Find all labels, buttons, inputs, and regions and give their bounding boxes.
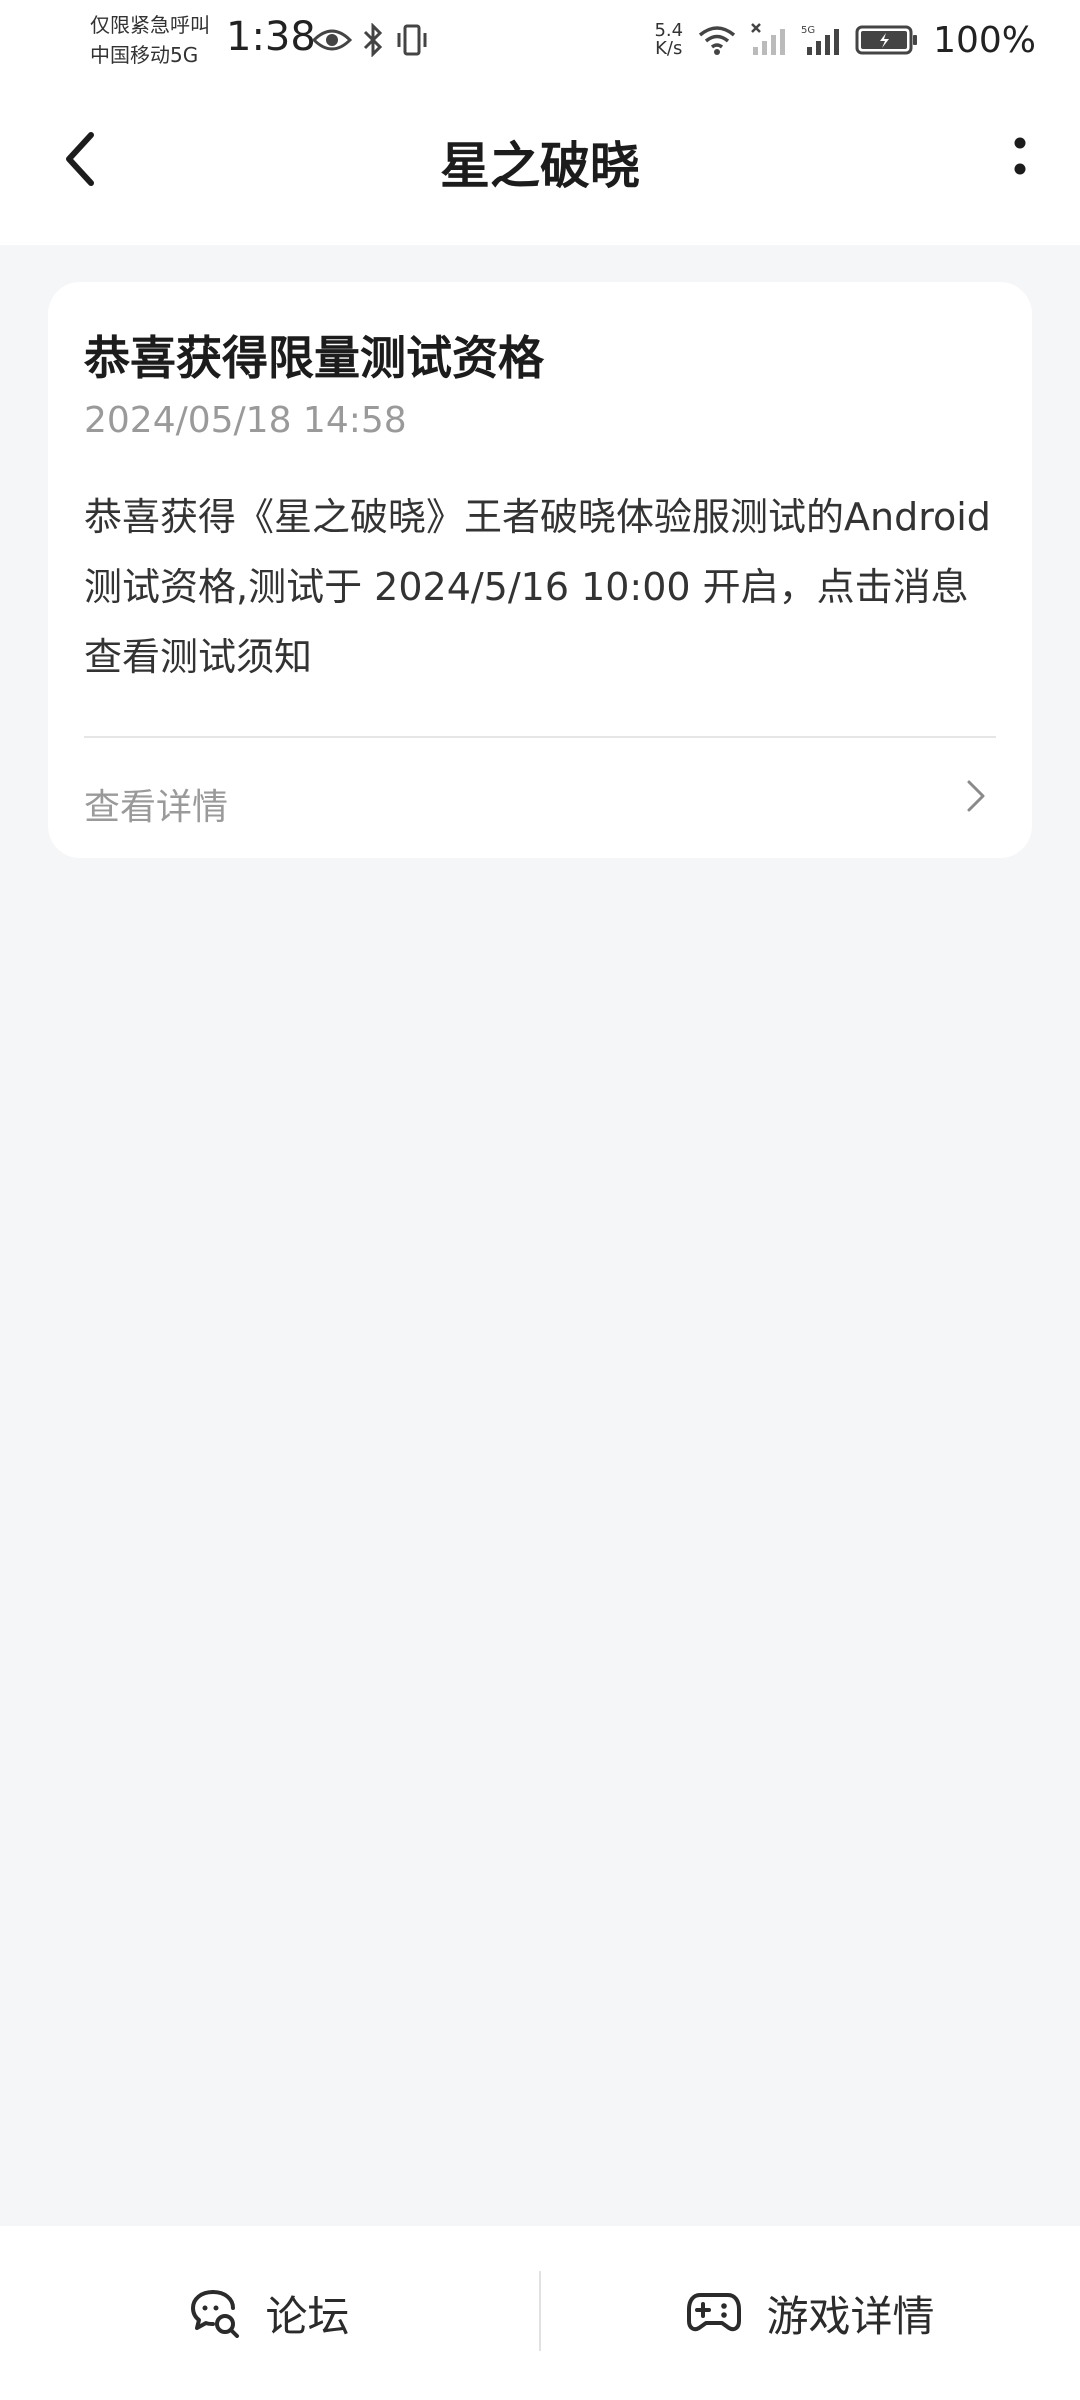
more-vertical-icon	[1014, 137, 1026, 175]
status-icons-right: 5.4 K/s 5G 100%	[654, 16, 1036, 64]
wifi-icon	[698, 26, 736, 55]
bluetooth-icon	[363, 23, 383, 57]
gamepad-icon	[687, 2293, 742, 2332]
eye-icon	[312, 29, 352, 51]
carrier-line-2: 中国移动5G	[90, 43, 199, 67]
message-card[interactable]: 恭喜获得限量测试资格 2024/05/18 14:58 恭喜获得《星之破晓》王者…	[48, 282, 1032, 858]
status-bar: 仅限紧急呼叫 中国移动5G 1:38 5.4 K/s 5G 100%	[0, 0, 1080, 80]
game-details-button[interactable]: 游戏详情	[541, 2226, 1080, 2400]
status-icons-left	[312, 18, 430, 62]
signal-5g-icon: 5G	[801, 25, 840, 55]
page-title: 星之破晓	[440, 137, 640, 195]
message-title: 恭喜获得限量测试资格	[84, 331, 544, 385]
signal-icon	[751, 23, 786, 55]
forum-button[interactable]: 论坛	[0, 2226, 539, 2400]
carrier-line-1: 仅限紧急呼叫	[90, 13, 210, 37]
vibrate-icon	[397, 24, 427, 56]
card-divider	[84, 736, 996, 738]
carrier-info: 仅限紧急呼叫 中国移动5G	[90, 10, 210, 70]
view-details-link[interactable]: 查看详情	[84, 778, 228, 830]
chevron-right-icon[interactable]	[956, 776, 996, 816]
status-time: 1:38	[226, 14, 316, 60]
forum-chat-icon	[191, 2290, 240, 2338]
message-body: 恭喜获得《星之破晓》王者破晓体验服测试的Android测试资格,测试于 2024…	[84, 495, 991, 679]
message-timestamp: 2024/05/18 14:58	[84, 400, 407, 441]
battery-percentage: 100%	[933, 19, 1036, 61]
svg-text:5G: 5G	[801, 25, 815, 36]
bottom-action-bar: 论坛 游戏详情	[0, 2226, 1080, 2400]
battery-icon	[855, 25, 918, 55]
forum-label: 论坛	[265, 2291, 350, 2341]
game-details-label: 游戏详情	[766, 2291, 935, 2341]
net-speed-unit: K/s	[655, 38, 683, 59]
app-header: 星之破晓	[0, 80, 1080, 245]
more-options-button[interactable]	[990, 124, 1050, 194]
net-speed: 5.4 K/s	[654, 22, 683, 58]
